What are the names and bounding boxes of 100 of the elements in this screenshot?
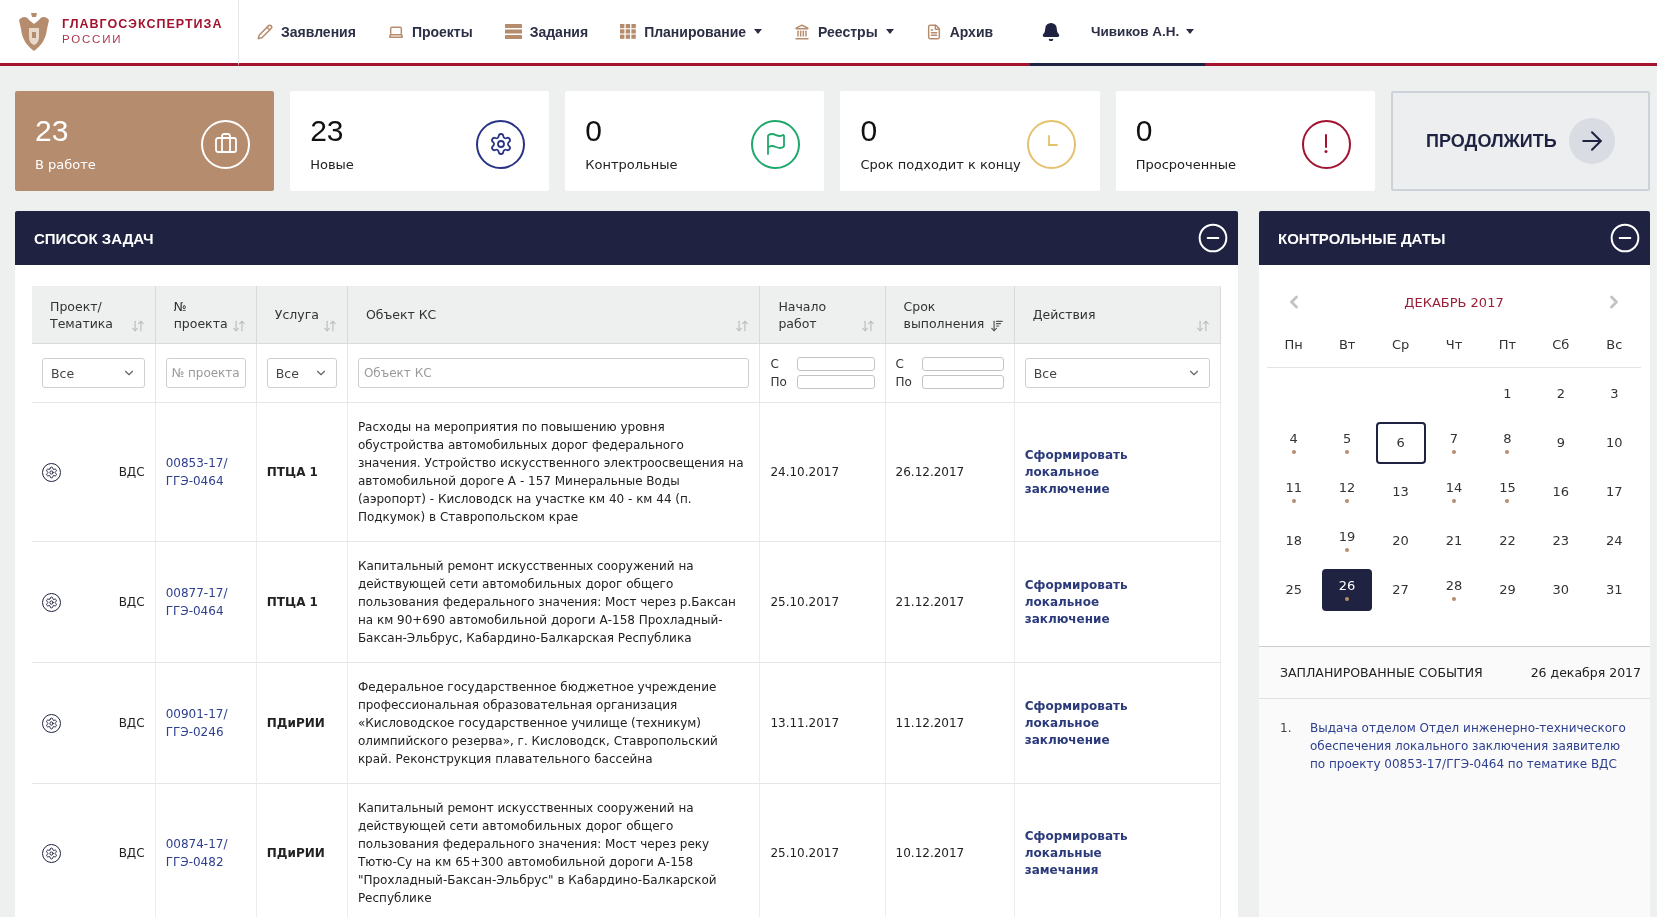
date-from-label: С bbox=[895, 357, 905, 371]
calendar-day[interactable]: 8 bbox=[1482, 421, 1533, 464]
action-link[interactable]: Сформировать локальное заключение bbox=[1024, 576, 1143, 628]
project-link[interactable]: 00853-17/ГГЭ-0464 bbox=[165, 454, 236, 490]
column-header[interactable]: Действия bbox=[1014, 286, 1221, 344]
column-header[interactable]: Проект/Тематика bbox=[32, 286, 156, 344]
calendar-day[interactable]: 17 bbox=[1589, 470, 1640, 513]
stat-card[interactable]: 0 Контрольные bbox=[565, 91, 825, 191]
action-link[interactable]: Сформировать локальное заключение bbox=[1024, 697, 1143, 749]
events-date: 26 декабря 2017 bbox=[1530, 665, 1641, 680]
calendar-day[interactable]: 3 bbox=[1589, 372, 1640, 415]
panel-title: КОНТРОЛЬНЫЕ ДАТЫ bbox=[1278, 229, 1446, 247]
action-link[interactable]: Сформировать локальные замечания bbox=[1024, 827, 1143, 879]
calendar-day[interactable]: 9 bbox=[1535, 421, 1586, 464]
table-cell: Капитальный ремонт искусственных сооружений на действующей сети автомобильных дорог общего пользования федерального значения: Мост через р.Баксан на км 90+690 автомобильной дороги А-158 Прохладный-Баксан-Эльбрус, Кабардино-Балкарская Республика bbox=[347, 541, 760, 663]
sort-icon[interactable] bbox=[735, 319, 750, 333]
minus-circle-icon[interactable] bbox=[1609, 222, 1641, 254]
date-from-field[interactable] bbox=[796, 357, 875, 371]
nav-link[interactable]: Задания bbox=[504, 23, 589, 40]
filter-select[interactable]: Все bbox=[1024, 358, 1210, 388]
project-link[interactable]: 00901-17/ГГЭ-0246 bbox=[165, 705, 236, 741]
date-from-field[interactable] bbox=[921, 357, 1004, 371]
calendar-day[interactable]: 15 bbox=[1482, 470, 1533, 513]
action-link[interactable]: Сформировать локальное заключение bbox=[1024, 446, 1143, 498]
weekday-label: Пн bbox=[1284, 337, 1303, 352]
calendar-day[interactable]: 2 bbox=[1535, 372, 1586, 415]
topic-text: ВДС bbox=[118, 715, 145, 732]
briefcase-icon bbox=[201, 119, 251, 169]
calendar-day[interactable]: 28 bbox=[1429, 568, 1479, 611]
weekday-label: Ср bbox=[1391, 337, 1410, 352]
minus-circle-icon[interactable] bbox=[1197, 222, 1229, 254]
calendar-day[interactable]: 1 bbox=[1482, 372, 1533, 415]
calendar-day[interactable]: 23 bbox=[1535, 519, 1586, 562]
table-cell: 11.12.2017 bbox=[885, 662, 1015, 784]
calendar-day[interactable]: 26 bbox=[1322, 568, 1373, 611]
nav-link[interactable]: Планирование bbox=[620, 23, 763, 40]
calendar-day[interactable]: 21 bbox=[1429, 519, 1479, 562]
bell-icon[interactable] bbox=[1041, 21, 1061, 42]
column-header[interactable]: Услуга bbox=[256, 286, 348, 344]
calendar-day[interactable]: 25 bbox=[1268, 568, 1319, 611]
calendar-day[interactable]: 31 bbox=[1589, 568, 1640, 611]
calendar-day[interactable]: 22 bbox=[1482, 519, 1533, 562]
event-link[interactable]: Выдача отделом Отдел инженерно-технического обеспечения локального заключения заявителю по проекту 00853-17/ГГЭ-0464 по тематике ВДС bbox=[1310, 719, 1630, 773]
calendar-day[interactable]: 12 bbox=[1322, 470, 1373, 513]
sort-descending-icon[interactable] bbox=[989, 319, 1004, 333]
table-cell: 21.12.2017 bbox=[885, 541, 1015, 663]
table-cell: 25.10.2017 bbox=[759, 541, 886, 663]
calendar-day[interactable]: 5 bbox=[1322, 421, 1373, 464]
calendar-day[interactable]: 19 bbox=[1322, 519, 1373, 562]
stat-value: 23 bbox=[310, 114, 345, 148]
topic-text: ВДС bbox=[118, 845, 145, 862]
user-menu[interactable]: Чивиков А.Н. bbox=[1091, 24, 1195, 39]
nav-link[interactable]: Архив bbox=[925, 23, 994, 40]
nav-link[interactable]: Проекты bbox=[387, 23, 473, 40]
sort-icon[interactable] bbox=[1196, 319, 1210, 333]
calendar-day[interactable]: 24 bbox=[1589, 519, 1640, 562]
weekday-label: Пт bbox=[1498, 337, 1517, 352]
calendar-day[interactable]: 6 bbox=[1375, 421, 1426, 464]
table-cell: ПДиРИИ bbox=[256, 783, 348, 917]
stat-card[interactable]: 0 Срок подходит к концу bbox=[840, 91, 1100, 191]
filter-select[interactable]: Все bbox=[42, 358, 145, 388]
stat-card[interactable]: 0 Просроченные bbox=[1115, 91, 1375, 191]
filter-select[interactable]: Все bbox=[266, 358, 337, 388]
calendar-day[interactable]: 16 bbox=[1535, 470, 1586, 513]
table-cell: Федеральное государственное бюджетное учреждение профессиональная образовательная организация «Кисловодское государственное училище (техникум) олимпийского резерва», г. Кисловодск, Ставропольский край. Реконструкция плавательного бассейна bbox=[347, 662, 760, 784]
table-cell: ПТЦА 1 bbox=[256, 402, 348, 542]
calendar-day[interactable]: 13 bbox=[1375, 470, 1426, 513]
continue-button[interactable]: ПРОДОЛЖИТЬ bbox=[1390, 91, 1650, 191]
project-link[interactable]: 00874-17/ГГЭ-0482 bbox=[165, 835, 236, 871]
calendar-day[interactable]: 30 bbox=[1535, 568, 1586, 611]
calendar-day[interactable]: 29 bbox=[1482, 568, 1533, 611]
calendar-day[interactable]: 4 bbox=[1268, 421, 1319, 464]
calendar-day[interactable]: 18 bbox=[1268, 519, 1319, 562]
calendar-day[interactable]: 7 bbox=[1429, 421, 1479, 464]
date-to-field[interactable] bbox=[796, 375, 875, 389]
column-label: Услуга bbox=[274, 306, 319, 323]
nav-link[interactable]: Заявления bbox=[257, 23, 356, 40]
column-header[interactable]: Начало работ bbox=[759, 286, 886, 344]
filter-input[interactable]: № проекта bbox=[165, 358, 246, 388]
sort-icon[interactable] bbox=[860, 319, 875, 333]
column-header[interactable]: Срок выполнения bbox=[885, 286, 1015, 344]
stat-label: Новые bbox=[310, 156, 354, 174]
calendar-day[interactable]: 20 bbox=[1375, 519, 1426, 562]
sort-icon[interactable] bbox=[130, 319, 145, 333]
sort-icon[interactable] bbox=[231, 319, 246, 333]
nav-link[interactable]: Реестры bbox=[794, 23, 894, 40]
calendar-day[interactable]: 27 bbox=[1375, 568, 1426, 611]
calendar-day[interactable]: 14 bbox=[1429, 470, 1479, 513]
calendar-day[interactable]: 10 bbox=[1589, 421, 1640, 464]
column-header[interactable]: № проекта bbox=[155, 286, 257, 344]
table-cell: 24.10.2017 bbox=[759, 402, 886, 542]
stat-card[interactable]: 23 Новые bbox=[290, 91, 550, 191]
date-to-field[interactable] bbox=[921, 375, 1004, 389]
sort-icon[interactable] bbox=[322, 319, 337, 333]
stat-label: Контрольные bbox=[585, 156, 678, 174]
column-header[interactable]: Объект КС bbox=[347, 286, 760, 344]
calendar-day[interactable]: 11 bbox=[1268, 470, 1319, 513]
project-link[interactable]: 00877-17/ГГЭ-0464 bbox=[165, 584, 236, 620]
events-title: ЗАПЛАНИРОВАННЫЕ СОБЫТИЯ bbox=[1280, 665, 1483, 680]
filter-input[interactable]: Объект КС bbox=[357, 358, 750, 388]
